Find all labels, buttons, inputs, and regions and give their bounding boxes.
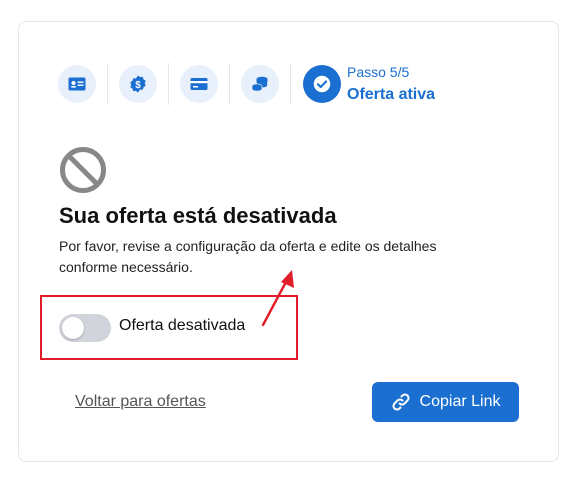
status-title: Sua oferta está desativada xyxy=(59,203,337,228)
step-separator xyxy=(107,63,108,105)
step-separator xyxy=(168,63,169,105)
ban-icon xyxy=(60,147,106,193)
copy-link-label: Copiar Link xyxy=(419,393,501,410)
offer-toggle[interactable] xyxy=(59,314,111,342)
svg-text:$: $ xyxy=(135,80,141,91)
step-5-check-circle-icon[interactable] xyxy=(303,65,341,103)
step-2-dollar-badge-icon[interactable]: $ xyxy=(119,65,157,103)
step-separator xyxy=(290,63,291,105)
step-4-coins-icon[interactable] xyxy=(241,65,279,103)
step-1-id-card-icon[interactable] xyxy=(58,65,96,103)
step-3-credit-card-icon[interactable] xyxy=(180,65,218,103)
toggle-label: Oferta desativada xyxy=(119,317,246,334)
step-counter: Passo 5/5 xyxy=(347,64,410,80)
back-to-offers-link[interactable]: Voltar para ofertas xyxy=(75,393,206,411)
copy-link-button[interactable]: Copiar Link xyxy=(372,382,519,422)
step-separator xyxy=(229,63,230,105)
link-icon xyxy=(392,393,410,411)
toggle-knob xyxy=(62,317,84,339)
annotation-arrow xyxy=(261,270,294,327)
step-current-label: Oferta ativa xyxy=(347,86,436,103)
